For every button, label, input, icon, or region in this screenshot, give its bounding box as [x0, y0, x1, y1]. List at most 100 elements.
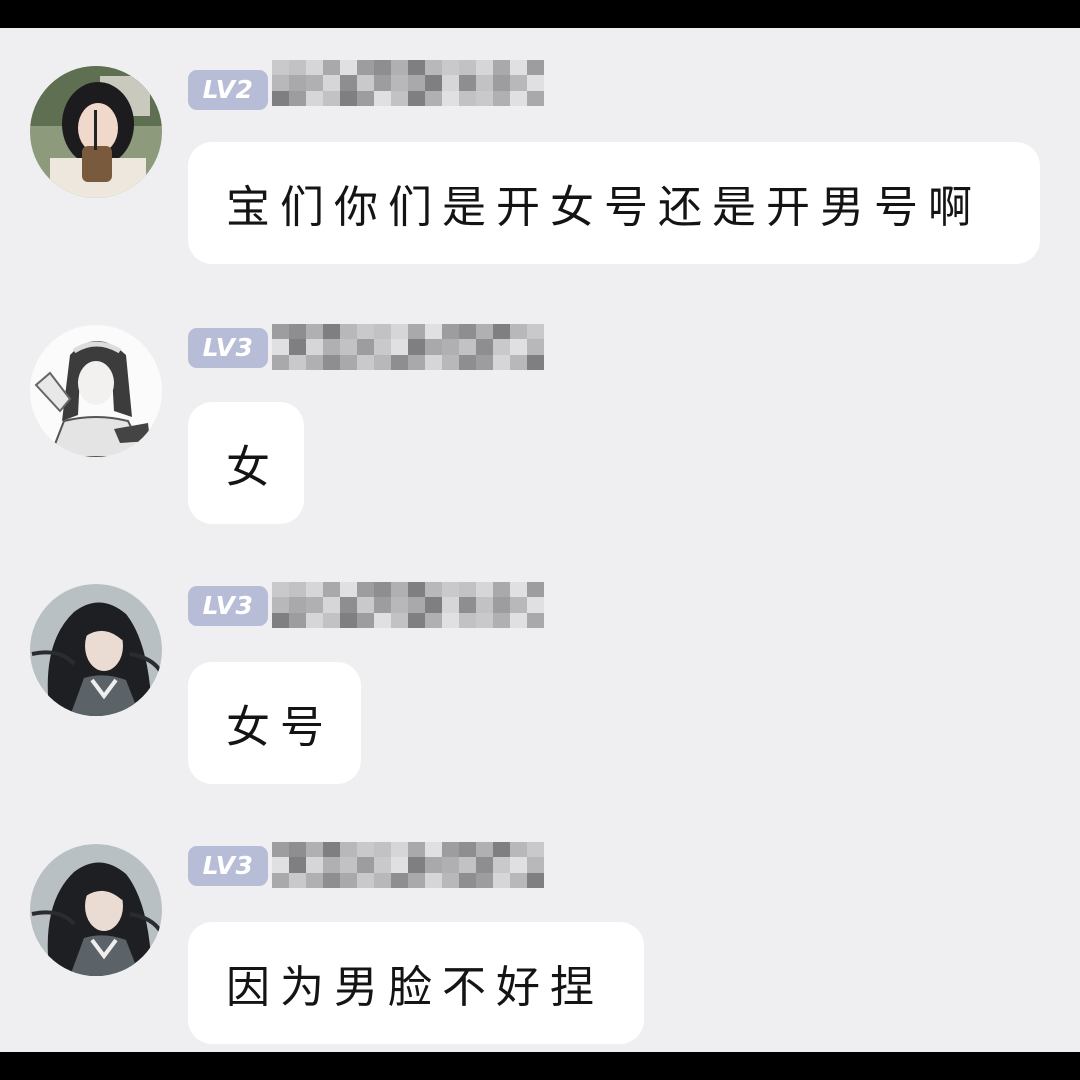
blur-pixel — [306, 842, 323, 858]
blur-pixel — [340, 857, 357, 873]
blur-pixel — [442, 582, 459, 598]
blur-pixel — [289, 597, 306, 613]
blur-pixel — [442, 75, 459, 91]
blur-pixel — [459, 90, 476, 106]
blur-pixel — [408, 75, 425, 91]
level-badge: LV3 — [188, 846, 268, 886]
message-bubble[interactable]: 女号 — [188, 662, 361, 784]
blur-pixel — [476, 842, 493, 858]
blur-pixel — [374, 597, 391, 613]
blur-pixel — [459, 339, 476, 355]
blur-pixel — [340, 60, 357, 76]
blur-pixel — [391, 60, 408, 76]
blur-pixel — [476, 339, 493, 355]
blur-pixel — [391, 339, 408, 355]
message-bubble[interactable]: 女 — [188, 402, 304, 524]
blur-pixel — [272, 339, 289, 355]
blur-pixel — [340, 339, 357, 355]
blur-pixel — [510, 842, 527, 858]
blur-pixel — [493, 60, 510, 76]
user-avatar[interactable] — [30, 584, 162, 716]
blur-pixel — [289, 872, 306, 888]
blur-pixel — [374, 612, 391, 628]
user-avatar[interactable] — [30, 325, 162, 457]
blur-pixel — [510, 339, 527, 355]
blur-pixel — [357, 872, 374, 888]
level-badge: LV3 — [188, 328, 268, 368]
blur-pixel — [459, 872, 476, 888]
blur-pixel — [527, 90, 544, 106]
username-blurred[interactable] — [272, 842, 544, 888]
blur-pixel — [357, 857, 374, 873]
blur-pixel — [323, 582, 340, 598]
blur-pixel — [510, 75, 527, 91]
blur-pixel — [510, 857, 527, 873]
blur-pixel — [476, 857, 493, 873]
blur-pixel — [306, 324, 323, 340]
blur-pixel — [357, 324, 374, 340]
level-badge: LV3 — [188, 586, 268, 626]
blur-pixel — [408, 872, 425, 888]
blur-pixel — [374, 60, 391, 76]
blur-pixel — [510, 582, 527, 598]
blur-pixel — [340, 582, 357, 598]
level-badge: LV2 — [188, 70, 268, 110]
blur-pixel — [340, 612, 357, 628]
blur-pixel — [272, 60, 289, 76]
message-bubble[interactable]: 宝们你们是开女号还是开男号啊 — [188, 142, 1040, 264]
blur-pixel — [272, 90, 289, 106]
blur-pixel — [340, 354, 357, 370]
blur-pixel — [493, 582, 510, 598]
blur-pixel — [272, 324, 289, 340]
blur-pixel — [425, 612, 442, 628]
blur-pixel — [323, 597, 340, 613]
blur-pixel — [476, 75, 493, 91]
blur-pixel — [272, 842, 289, 858]
blur-pixel — [306, 60, 323, 76]
blur-pixel — [306, 582, 323, 598]
blur-pixel — [476, 90, 493, 106]
blur-pixel — [510, 612, 527, 628]
blur-pixel — [476, 872, 493, 888]
username-blurred[interactable] — [272, 324, 544, 370]
blur-pixel — [510, 60, 527, 76]
blur-pixel — [527, 60, 544, 76]
blur-pixel — [272, 354, 289, 370]
avatar-anime-girl-sketch-icon — [30, 325, 162, 457]
blur-pixel — [527, 597, 544, 613]
blur-pixel — [357, 354, 374, 370]
blur-pixel — [442, 339, 459, 355]
username-blurred[interactable] — [272, 582, 544, 628]
blur-pixel — [306, 354, 323, 370]
blur-pixel — [425, 842, 442, 858]
blur-pixel — [510, 597, 527, 613]
blur-pixel — [391, 842, 408, 858]
username-blurred[interactable] — [272, 60, 544, 106]
blur-pixel — [459, 597, 476, 613]
blur-pixel — [289, 582, 306, 598]
blur-pixel — [272, 597, 289, 613]
blur-pixel — [476, 60, 493, 76]
blur-pixel — [527, 612, 544, 628]
blur-pixel — [442, 354, 459, 370]
blur-pixel — [357, 842, 374, 858]
user-avatar[interactable] — [30, 66, 162, 198]
blur-pixel — [425, 857, 442, 873]
blur-pixel — [374, 857, 391, 873]
blur-pixel — [493, 90, 510, 106]
user-avatar[interactable] — [30, 844, 162, 976]
blur-pixel — [527, 582, 544, 598]
blur-pixel — [374, 75, 391, 91]
blur-pixel — [289, 354, 306, 370]
blur-pixel — [442, 597, 459, 613]
blur-pixel — [442, 612, 459, 628]
blur-pixel — [340, 90, 357, 106]
blur-pixel — [510, 324, 527, 340]
blur-pixel — [391, 612, 408, 628]
blur-pixel — [425, 90, 442, 106]
blur-pixel — [306, 75, 323, 91]
blur-pixel — [323, 612, 340, 628]
message-bubble[interactable]: 因为男脸不好捏 — [188, 922, 644, 1044]
avatar-girl-photo-icon — [30, 66, 162, 198]
blur-pixel — [527, 354, 544, 370]
